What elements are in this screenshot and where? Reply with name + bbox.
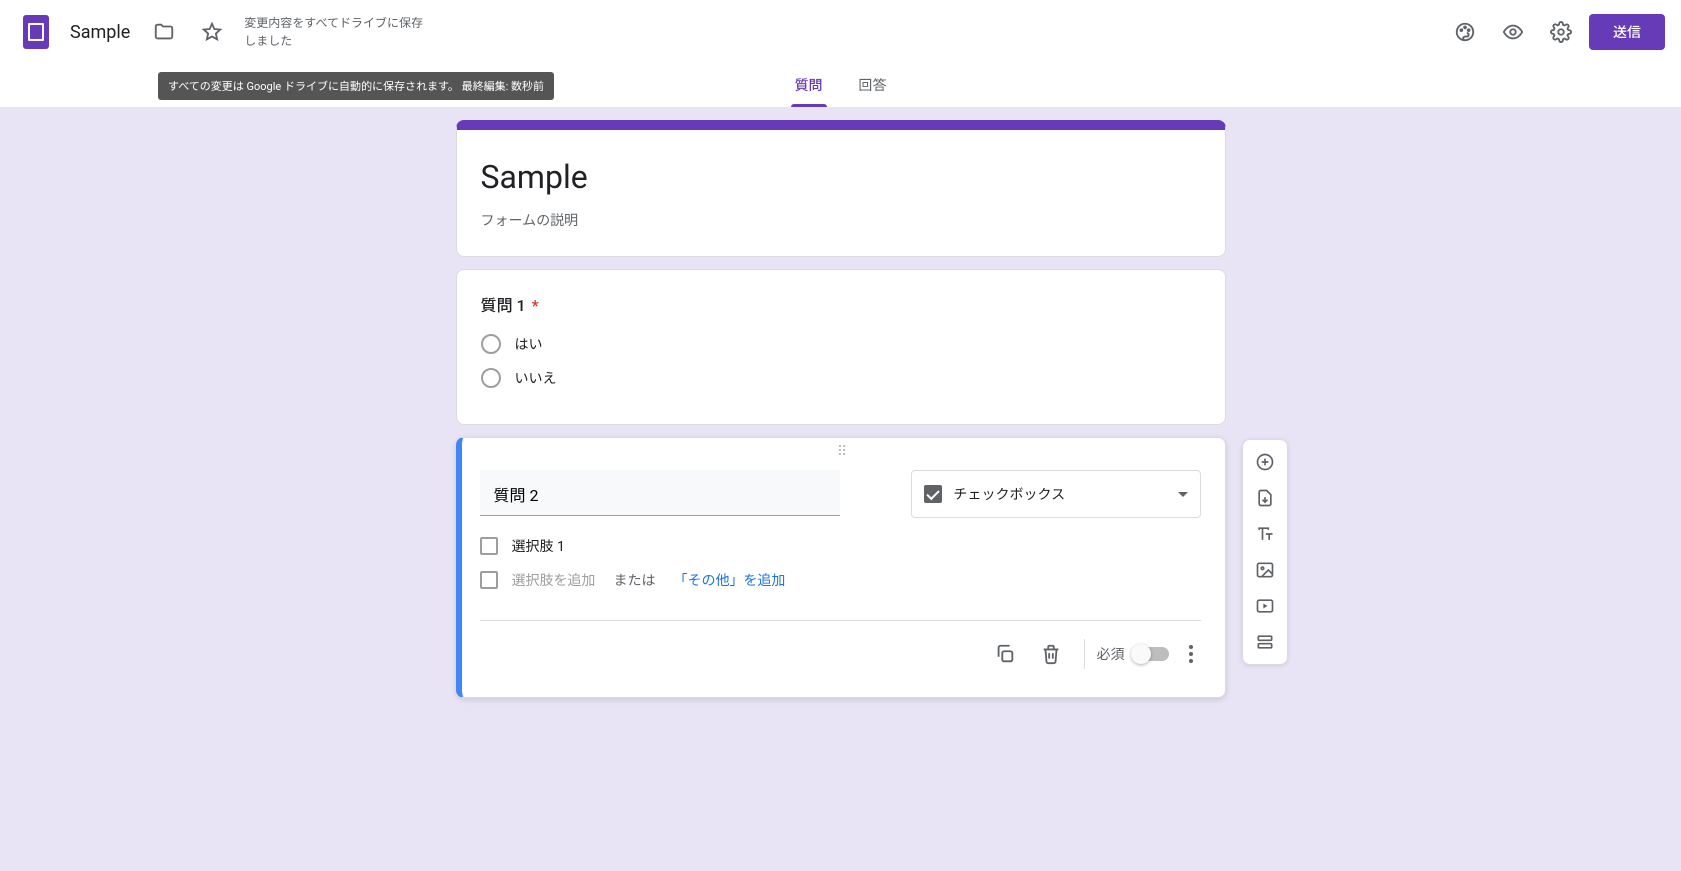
save-status[interactable]: 変更内容をすべてドライブに保存しました [244, 14, 424, 50]
add-option-placeholder[interactable]: 選択肢を追加 [512, 570, 596, 590]
duplicate-button[interactable] [984, 633, 1026, 675]
question-2-title-input[interactable] [480, 470, 840, 516]
radio-icon [481, 368, 501, 388]
tab-responses[interactable]: 回答 [855, 75, 891, 107]
required-toggle[interactable] [1133, 647, 1169, 661]
option-label: いいえ [515, 368, 557, 388]
radio-icon [481, 334, 501, 354]
question-1-title-text: 質問 1 [481, 296, 526, 315]
floating-toolbar [1242, 439, 1288, 665]
or-text: または [614, 570, 656, 590]
form-description[interactable]: フォームの説明 [481, 202, 1201, 234]
question-1-title: 質問 1 * [481, 292, 1201, 316]
chevron-down-icon [1178, 492, 1188, 497]
question-type-label: チェックボックス [954, 484, 1166, 504]
folder-icon[interactable] [144, 12, 184, 52]
editor-canvas: Sample フォームの説明 質問 1 * はい いいえ ⠿ チェックボックス [0, 108, 1681, 871]
app-header: Sample 変更内容をすべてドライブに保存しました 送信 すべての変更は Go… [0, 0, 1681, 64]
question-type-select[interactable]: チェックボックス [911, 470, 1201, 518]
drag-handle-icon[interactable]: ⠿ [837, 444, 849, 460]
import-questions-button[interactable] [1247, 480, 1283, 516]
add-section-button[interactable] [1247, 624, 1283, 660]
preview-icon[interactable] [1493, 12, 1533, 52]
question-card-2-active[interactable]: ⠿ チェックボックス 選択肢 1 選択肢を追加 または 「その他」を追加 [456, 437, 1226, 698]
checkbox-type-icon [924, 485, 942, 503]
add-title-button[interactable] [1247, 516, 1283, 552]
tab-questions[interactable]: 質問 [791, 75, 827, 107]
form-title[interactable]: Sample [481, 152, 1201, 202]
question-footer: 必須 [480, 620, 1201, 675]
star-icon[interactable] [192, 12, 232, 52]
required-asterisk: * [532, 296, 539, 315]
forms-logo [16, 12, 56, 52]
settings-icon[interactable] [1541, 12, 1581, 52]
question-1-option-2: いいえ [481, 368, 1201, 388]
form-title-card[interactable]: Sample フォームの説明 [456, 120, 1226, 257]
question-card-1[interactable]: 質問 1 * はい いいえ [456, 269, 1226, 425]
question-1-option-1: はい [481, 334, 1201, 354]
question-2-add-option-row: 選択肢を追加 または 「その他」を追加 [480, 570, 1201, 590]
option-label: はい [515, 334, 543, 354]
question-2-option-1: 選択肢 1 [480, 536, 1201, 556]
delete-button[interactable] [1030, 633, 1072, 675]
document-title[interactable]: Sample [64, 18, 136, 47]
add-video-button[interactable] [1247, 588, 1283, 624]
checkbox-icon [480, 537, 498, 555]
more-options-button[interactable] [1181, 645, 1201, 663]
checkbox-icon [480, 571, 498, 589]
add-other-link[interactable]: 「その他」を追加 [674, 570, 786, 590]
send-button[interactable]: 送信 [1589, 14, 1665, 50]
required-label: 必須 [1097, 644, 1125, 664]
add-image-button[interactable] [1247, 552, 1283, 588]
divider [1084, 639, 1085, 669]
add-question-button[interactable] [1247, 444, 1283, 480]
palette-icon[interactable] [1445, 12, 1485, 52]
save-tooltip: すべての変更は Google ドライブに自動的に保存されます。 最終編集: 数秒… [158, 72, 554, 100]
option-label[interactable]: 選択肢 1 [512, 536, 565, 556]
